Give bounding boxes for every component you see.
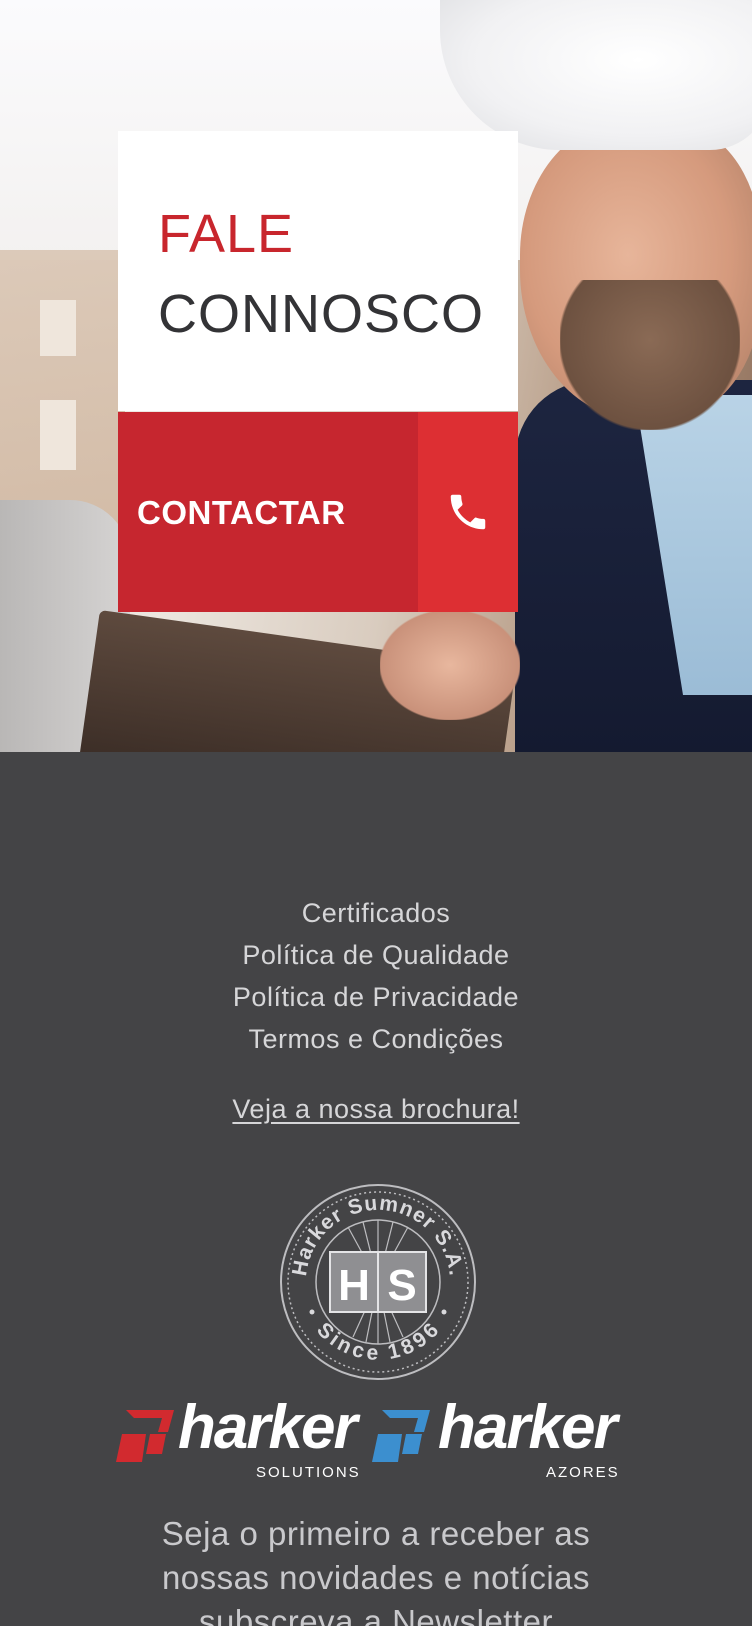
contact-title-line1: FALE bbox=[158, 204, 295, 264]
logo-harker-solutions-word: harker bbox=[178, 1393, 358, 1462]
logo-harker-azores-word: harker bbox=[438, 1393, 618, 1462]
page: FALE CONNOSCO CONTACTAR Certificados Pol… bbox=[0, 0, 752, 1626]
hero-photo-beard bbox=[560, 280, 740, 430]
seal-monogram-h: H bbox=[338, 1261, 370, 1310]
hero-section: FALE CONNOSCO CONTACTAR bbox=[0, 0, 752, 752]
harker-solutions-mark-icon bbox=[116, 1410, 174, 1462]
brochure-link-wrap: Veja a nossa brochura! bbox=[0, 1094, 752, 1125]
footer: Certificados Política de Qualidade Polít… bbox=[0, 752, 752, 1626]
newsletter-line: subscreva a Newsletter bbox=[199, 1603, 553, 1626]
brochure-link[interactable]: Veja a nossa brochura! bbox=[232, 1094, 519, 1124]
brand-logos: harker SOLUTIONS harker AZORES bbox=[116, 1392, 636, 1502]
footer-link-certificados[interactable]: Certificados bbox=[0, 892, 752, 934]
newsletter-line: nossas novidades e notícias bbox=[161, 1559, 591, 1596]
contact-button[interactable]: CONTACTAR bbox=[118, 412, 518, 612]
phone-icon bbox=[450, 494, 486, 530]
logo-harker-azores-subtitle: AZORES bbox=[546, 1464, 620, 1481]
newsletter-line: Seja o primeiro a receber as bbox=[161, 1515, 591, 1552]
logo-harker-solutions-subtitle: SOLUTIONS bbox=[256, 1464, 361, 1481]
footer-link-politica-privacidade[interactable]: Política de Privacidade bbox=[0, 976, 752, 1018]
contact-card: FALE CONNOSCO bbox=[118, 131, 518, 411]
footer-link-politica-qualidade[interactable]: Política de Qualidade bbox=[0, 934, 752, 976]
contact-button-icon-box bbox=[418, 412, 518, 612]
hero-photo-hand bbox=[380, 610, 520, 720]
harker-azores-mark-icon bbox=[372, 1410, 430, 1462]
footer-link-termos-condicoes[interactable]: Termos e Condições bbox=[0, 1018, 752, 1060]
hero-photo-window bbox=[40, 400, 76, 470]
contact-title-line2: CONNOSCO bbox=[158, 284, 485, 344]
newsletter-text: Seja o primeiro a receber as nossas novi… bbox=[0, 1512, 752, 1626]
harker-sumner-seal-logo: H S Harker Sumner S.A. Since 1896 bbox=[280, 1184, 476, 1380]
hero-photo-window bbox=[40, 300, 76, 356]
footer-links: Certificados Política de Qualidade Polít… bbox=[0, 892, 752, 1060]
contact-button-label: CONTACTAR bbox=[137, 494, 346, 531]
seal-monogram-s: S bbox=[387, 1261, 416, 1310]
